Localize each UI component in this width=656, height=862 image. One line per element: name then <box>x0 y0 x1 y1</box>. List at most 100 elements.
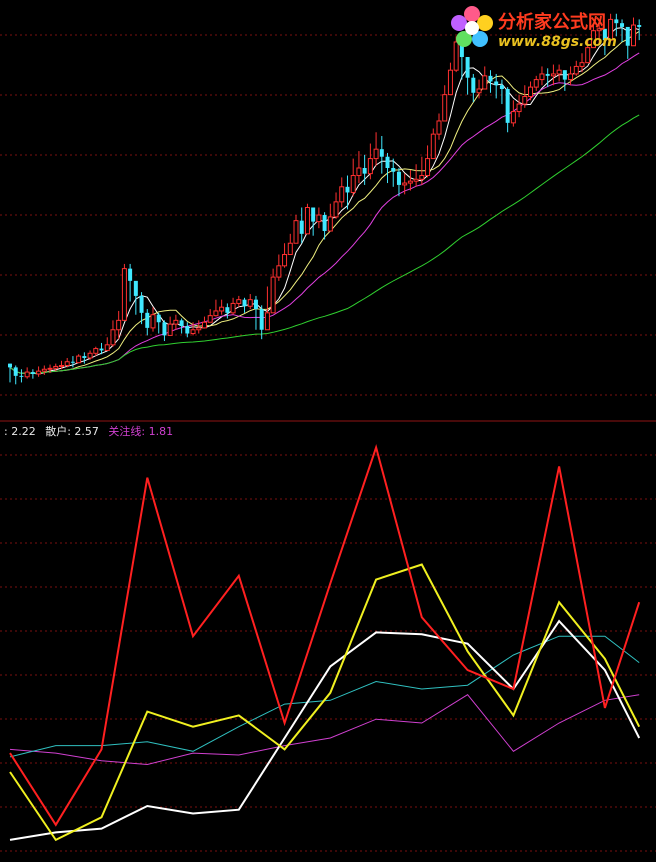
candle-body <box>362 168 367 174</box>
candle-body <box>476 88 482 94</box>
up-candle <box>550 64 556 86</box>
up-candle <box>247 294 253 310</box>
up-candle <box>276 254 282 281</box>
up-candle <box>173 314 179 330</box>
candle-body <box>196 327 202 331</box>
moving-average-lines <box>9 27 640 375</box>
down-candle <box>179 318 184 334</box>
up-candle <box>327 203 333 232</box>
down-candle <box>471 73 476 103</box>
candle-body <box>207 315 213 323</box>
candle-body <box>293 220 299 244</box>
up-candle <box>356 151 362 184</box>
legend-item: 关注线: 1.81 <box>108 425 174 438</box>
candle-body <box>339 186 345 203</box>
down-candle <box>345 175 350 210</box>
up-candle <box>236 295 242 308</box>
candle-body <box>270 276 276 314</box>
candle-body <box>533 79 539 88</box>
candle-body <box>53 365 59 369</box>
up-candle <box>150 307 156 332</box>
down-candle <box>299 207 304 244</box>
candle-body <box>311 207 316 222</box>
candle-body <box>167 323 173 336</box>
candle-body <box>150 314 156 329</box>
candle-body <box>253 299 258 310</box>
up-candle <box>413 164 419 187</box>
legend-item: : 2.22 <box>4 425 36 438</box>
candle-body <box>488 75 493 82</box>
up-candle <box>304 203 310 235</box>
indicator-panel-grid <box>0 454 656 852</box>
candle-body <box>190 329 196 335</box>
indicator-series-line <box>9 563 641 842</box>
candle-body <box>13 367 18 376</box>
ma10-line <box>9 30 640 374</box>
indicator-lines <box>9 444 641 842</box>
down-candle <box>311 207 316 236</box>
candle-body <box>116 319 122 331</box>
candle-body <box>179 320 184 326</box>
up-candle <box>430 128 436 160</box>
watermark-logo: 分析家公式网 www.88gs.com <box>448 4 648 54</box>
flower-logo-icon <box>451 6 493 47</box>
down-candle <box>128 263 133 302</box>
candle-body <box>550 73 556 77</box>
up-candle <box>201 316 207 329</box>
candle-body <box>562 70 567 80</box>
candle-body <box>82 356 87 358</box>
up-candle <box>41 365 47 375</box>
candle-body <box>436 120 442 135</box>
up-candle <box>104 337 110 351</box>
watermark-name: 分析家公式网 <box>498 12 606 33</box>
down-candle <box>162 320 167 342</box>
candle-body <box>396 171 401 185</box>
candle-body <box>579 62 585 67</box>
candle-body <box>156 314 161 323</box>
candle-body <box>505 89 510 123</box>
down-candle <box>505 87 510 133</box>
candle-body <box>299 220 304 234</box>
up-candle <box>367 143 373 180</box>
candle-body <box>19 375 24 377</box>
indicator-legend: : 2.22 散户: 2.57 关注线: 1.81 <box>4 423 179 439</box>
candle-body <box>345 186 350 193</box>
candle-body <box>99 348 104 351</box>
candle-body <box>373 148 379 160</box>
down-candle <box>562 70 567 91</box>
legend-item: 散户: 2.57 <box>45 425 99 438</box>
candle-body <box>316 214 322 223</box>
candle-body <box>24 371 30 378</box>
price-panel-grid <box>0 34 656 396</box>
up-candle <box>167 316 173 336</box>
up-candle <box>539 66 545 86</box>
candle-body <box>259 309 264 330</box>
down-candle <box>145 309 150 336</box>
candle-body <box>64 361 70 367</box>
up-candle <box>516 94 522 118</box>
down-candle <box>385 152 390 184</box>
candle-body <box>482 75 488 90</box>
candle-body <box>494 81 499 86</box>
up-candle <box>533 75 539 91</box>
candle-body <box>173 319 179 325</box>
ma5-line <box>9 27 640 375</box>
up-candle <box>87 350 93 360</box>
candle-body <box>556 69 562 75</box>
down-candle <box>499 79 504 105</box>
down-candle <box>242 297 247 313</box>
up-candle <box>219 299 225 315</box>
candle-body <box>201 321 207 329</box>
candle-body <box>121 268 127 321</box>
candle-body <box>162 322 167 336</box>
candle-body <box>333 201 339 218</box>
candle-body <box>539 73 545 81</box>
up-candle <box>230 297 236 315</box>
candle-body <box>104 344 110 351</box>
candle-body <box>128 268 133 281</box>
candle-body <box>225 307 230 313</box>
up-candle <box>207 309 213 323</box>
up-candle <box>282 243 288 268</box>
candle-body <box>145 312 150 328</box>
candle-body <box>41 368 47 372</box>
